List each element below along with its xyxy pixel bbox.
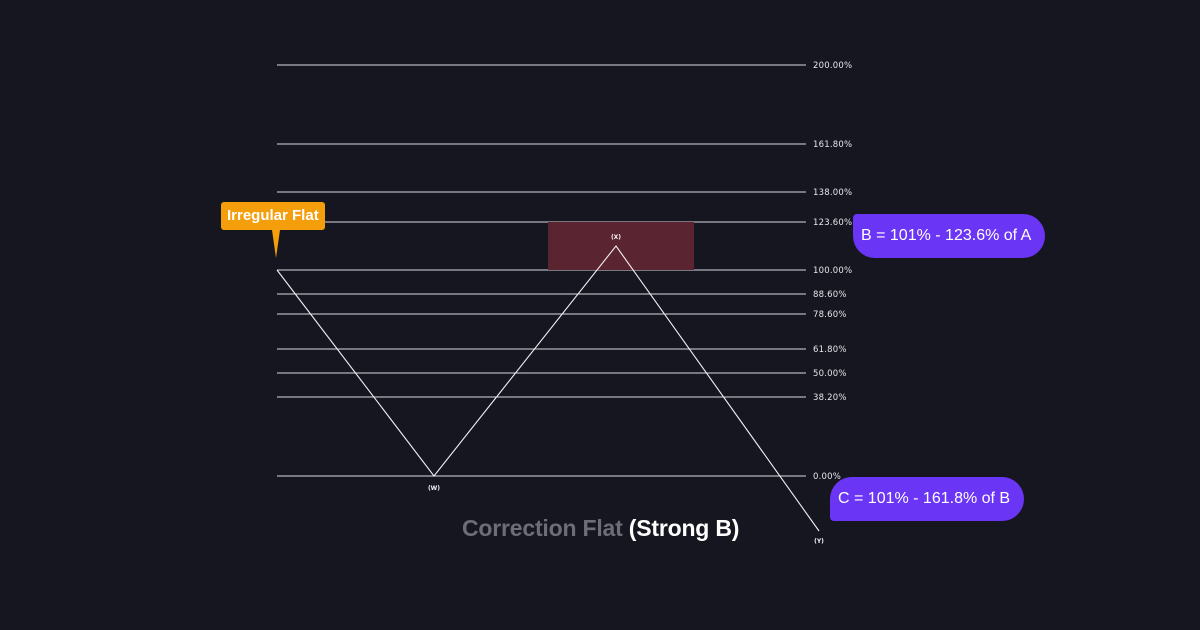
irregular-flat-tag-pointer [272, 230, 280, 258]
diagram-title: Correction Flat (Strong B) [462, 515, 739, 542]
level-label: 38.20% [813, 393, 847, 403]
irregular-flat-tag: Irregular Flat [221, 202, 325, 230]
title-accent: (Strong B) [628, 515, 740, 541]
level-label: 78.60% [813, 310, 847, 320]
wave-label-x: (X) [611, 234, 621, 241]
title-main: Correction Flat [462, 515, 623, 541]
b-target-zone [548, 222, 694, 270]
b-rule-callout: B = 101% - 123.6% of A [853, 214, 1046, 258]
level-label: 0.00% [813, 472, 841, 482]
level-label: 123.60% [813, 218, 852, 228]
level-label: 161.80% [813, 140, 852, 150]
level-label: 88.60% [813, 290, 847, 300]
level-label: 138.00% [813, 188, 852, 198]
wave-label-w: (W) [428, 485, 440, 492]
diagram-canvas: 200.00% 161.80% 138.00% 123.60% 100.00% 88.60… [0, 0, 1200, 630]
level-label: 61.80% [813, 345, 847, 355]
level-label: 100.00% [813, 266, 852, 276]
level-label: 200.00% [813, 61, 852, 71]
wave-label-y: (Y) [814, 538, 824, 545]
fibonacci-levels: 200.00% 161.80% 138.00% 123.60% 100.00% 88.60… [277, 61, 852, 482]
c-rule-callout: C = 101% - 161.8% of B [830, 477, 1025, 521]
wave-path [276, 245, 820, 532]
level-label: 50.00% [813, 369, 847, 379]
